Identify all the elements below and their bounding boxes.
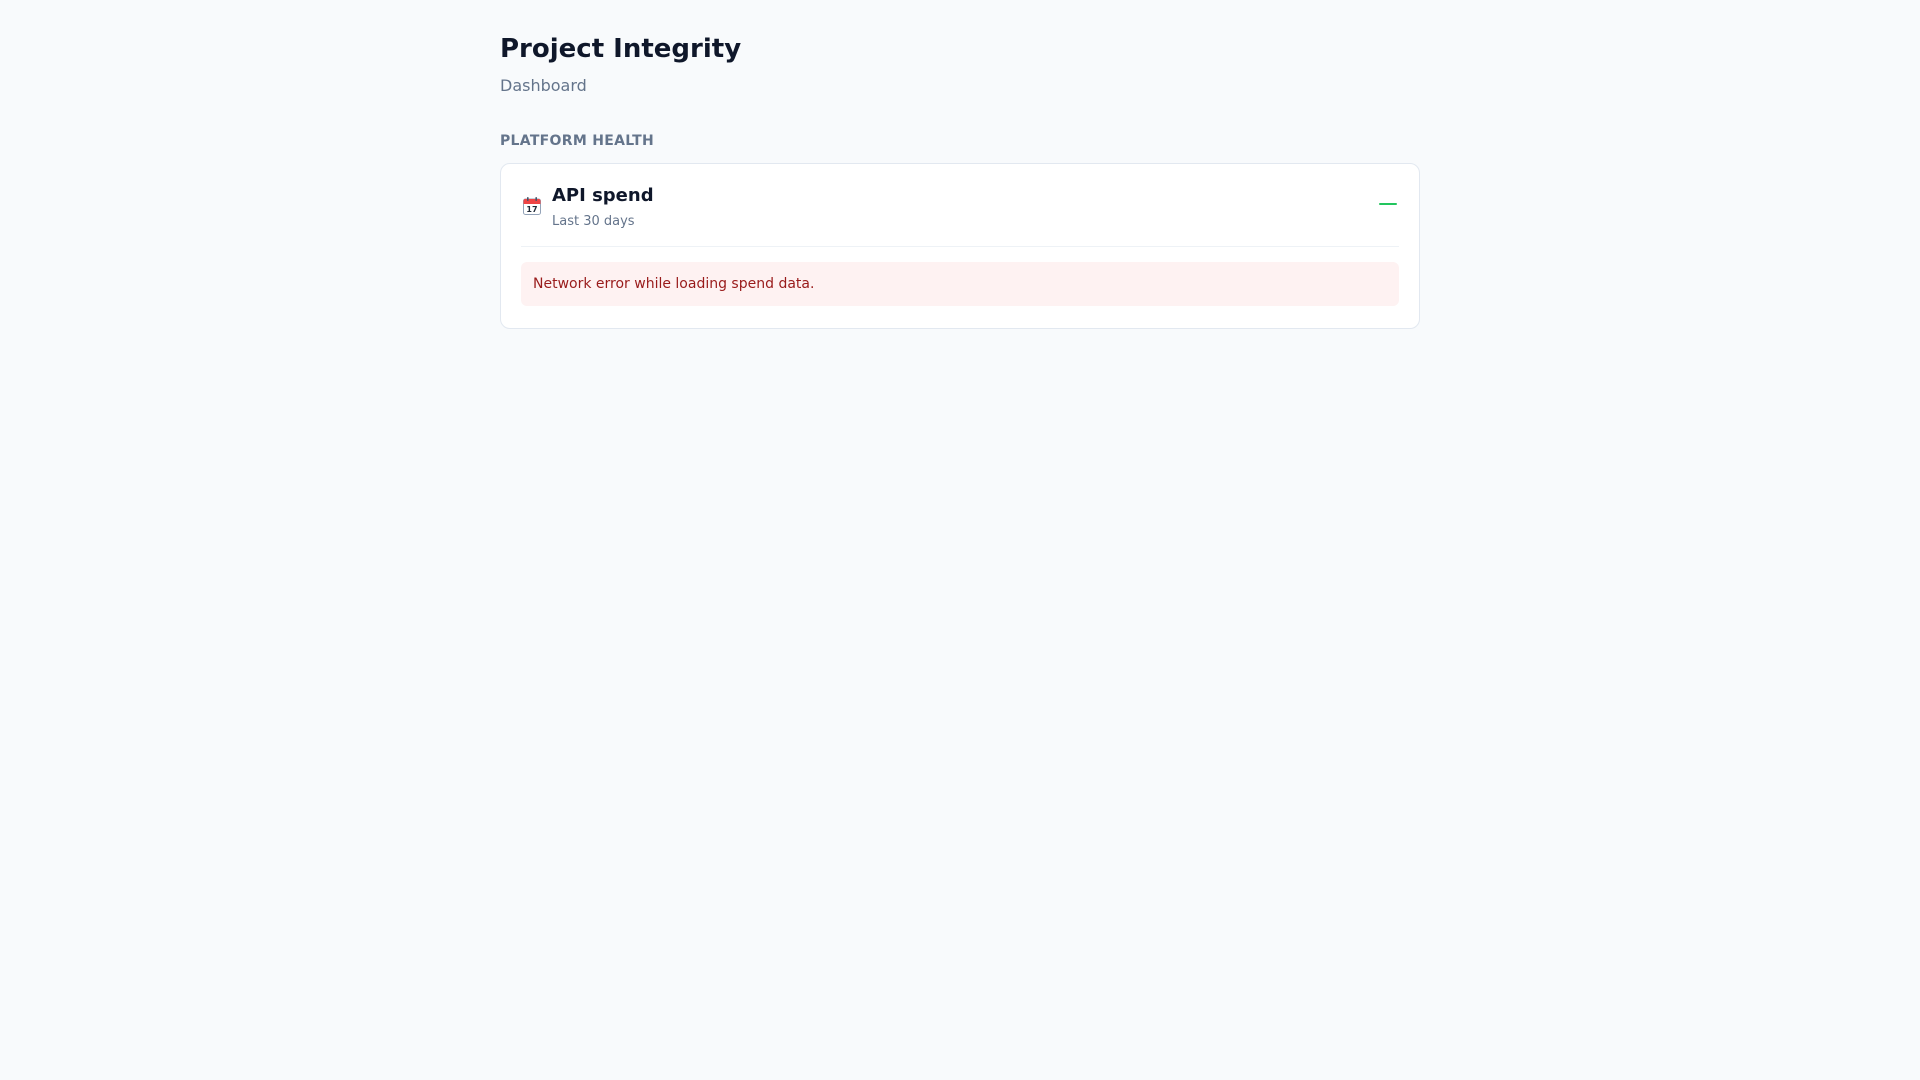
svg-text:17: 17 bbox=[526, 205, 537, 214]
error-banner: Network error while loading spend data. bbox=[521, 262, 1399, 306]
page-subtitle: Dashboard bbox=[500, 76, 587, 95]
card-title: API spend bbox=[552, 185, 654, 206]
calendar-icon: 17 bbox=[522, 196, 542, 216]
status-indicator bbox=[1379, 203, 1397, 205]
api-spend-card: 17 API spend Last 30 days Network error … bbox=[500, 163, 1420, 329]
page-title: Project Integrity bbox=[500, 34, 742, 64]
error-message: Network error while loading spend data. bbox=[533, 276, 815, 292]
section-heading-platform-health: PLATFORM HEALTH bbox=[500, 133, 655, 149]
api-spend-card-header: 17 API spend Last 30 days bbox=[521, 164, 1399, 247]
card-caption: Last 30 days bbox=[552, 214, 635, 229]
